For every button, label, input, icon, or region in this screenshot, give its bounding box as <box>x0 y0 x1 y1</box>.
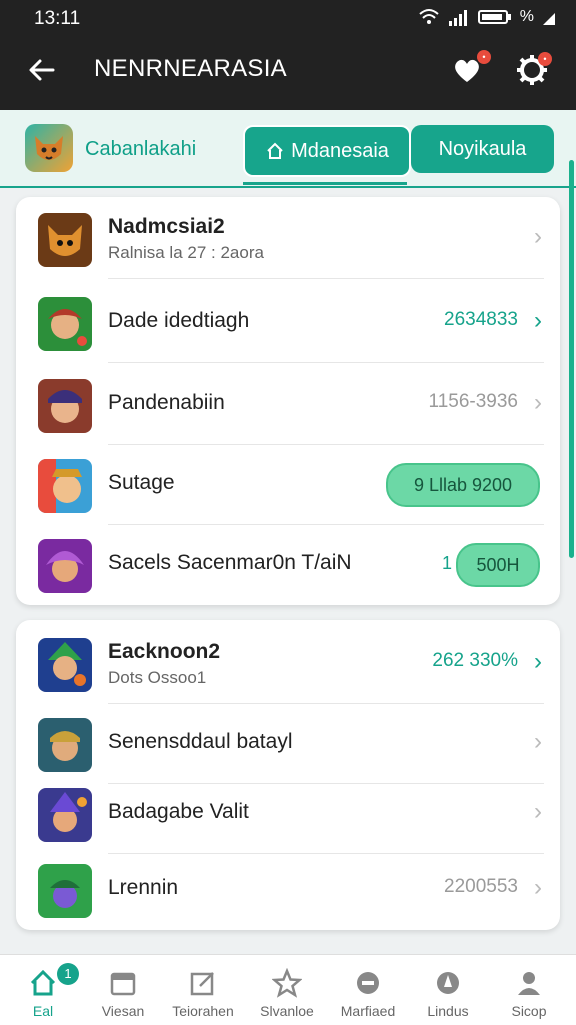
status-time: 13:11 <box>34 8 81 29</box>
tab-noyikaula-label: Noyikaula <box>438 137 527 160</box>
chevron-right-icon: › <box>534 223 542 250</box>
chevron-right-icon: › <box>534 307 542 334</box>
archer-avatar-icon <box>38 638 92 692</box>
home-outline-icon <box>267 142 283 159</box>
nav-label: Viesan <box>101 1003 145 1019</box>
battery-percent: % <box>519 8 534 25</box>
settings-button[interactable]: • <box>514 52 552 88</box>
nav-item-slvanloe[interactable]: Slvanloe <box>246 955 328 1025</box>
item-value: 262 330% <box>432 650 518 671</box>
tab-mdanesaia-label: Mdanesaia <box>291 139 389 162</box>
elf-avatar-icon <box>38 864 92 918</box>
nav-label: Teiorahen <box>172 1003 234 1019</box>
nav-label: Marfiaed <box>340 1003 396 1019</box>
ranger-avatar-icon <box>38 297 92 351</box>
item-value: 1156-3936 <box>428 391 518 412</box>
chevron-right-icon: › <box>534 728 542 755</box>
nav-item-lindus[interactable]: Lindus <box>407 955 489 1025</box>
nav-item-home[interactable]: Eal 1 <box>2 955 84 1025</box>
tab-mdanesaia[interactable]: Mdanesaia <box>243 125 411 177</box>
settings-badge: • <box>538 52 552 66</box>
edit-icon <box>190 972 214 996</box>
item-prefix: 1 <box>441 553 452 573</box>
chevron-right-icon: › <box>534 389 542 416</box>
list-item[interactable]: Sutage 9 Lllab 9200 <box>16 445 560 525</box>
list-item[interactable]: Dade idedtiagh 2634833 › <box>16 283 560 363</box>
wizard-avatar-icon <box>38 788 92 842</box>
signal-icon <box>448 10 467 26</box>
item-name: Lrennin <box>108 876 179 899</box>
character-avatar-icon <box>38 379 92 433</box>
favorites-button[interactable]: • <box>449 50 491 88</box>
tab-noyikaula[interactable]: Noyikaula <box>411 125 554 173</box>
nav-item-viesan[interactable]: Viesan <box>82 955 164 1025</box>
item-name: Sutage <box>108 471 175 494</box>
item-pill[interactable]: 500H <box>456 543 540 587</box>
back-arrow-icon <box>29 59 55 81</box>
mage-avatar-icon <box>38 539 92 593</box>
item-name: Nadmcsiai2 <box>108 215 225 238</box>
brand-logo <box>25 124 73 172</box>
signal-mini-icon <box>543 13 555 25</box>
nav-item-sicop[interactable]: Sicop <box>488 955 570 1025</box>
nav-item-marfiaed[interactable]: Marfiaed <box>327 955 409 1025</box>
page-title: NENRNEARASIA <box>94 55 287 82</box>
status-bar: 13:11 % <box>0 0 576 36</box>
item-subtitle: Ralnisa la 27 : 2aora <box>108 243 264 262</box>
list-item[interactable]: Badagabe Valit › <box>16 774 560 854</box>
nav-label: Eal <box>32 1003 54 1019</box>
compass-icon <box>437 972 459 994</box>
nav-badge: 1 <box>57 963 79 985</box>
list-item[interactable]: Sacels Sacenmar0n T/aiN 1 500H <box>16 525 560 605</box>
item-name: Badagabe Valit <box>108 800 249 823</box>
item-value: 2200553 <box>444 876 518 897</box>
chevron-right-icon: › <box>534 874 542 901</box>
item-name: Eacknoon2 <box>108 640 221 663</box>
status-icons: % <box>418 8 556 26</box>
fox-logo-icon <box>35 136 63 160</box>
list-item[interactable]: Nadmcsiai2 Ralnisa la 27 : 2aora › <box>16 199 560 279</box>
calendar-icon <box>110 972 136 996</box>
profile-icon <box>518 972 540 995</box>
battery-icon <box>477 10 511 24</box>
warrior-avatar-icon <box>38 718 92 772</box>
active-tab-indicator <box>243 182 407 185</box>
wifi-icon <box>419 9 439 24</box>
bottom-nav: Eal 1 Viesan Teiorahen Slvanloe Marfiaed… <box>0 954 576 1025</box>
item-name: Sacels Sacenmar0n T/aiN <box>108 551 352 574</box>
nav-item-teiorahen[interactable]: Teiorahen <box>162 955 244 1025</box>
home-icon <box>30 969 56 996</box>
nav-label: Sicop <box>511 1003 547 1019</box>
list-card-2: Eacknoon2 Dots Ossoo1 262 330% › Senensd… <box>16 620 560 930</box>
list-card-1: Nadmcsiai2 Ralnisa la 27 : 2aora › Dade … <box>16 197 560 605</box>
nav-label: Slvanloe <box>260 1003 314 1019</box>
list-item[interactable]: Eacknoon2 Dots Ossoo1 262 330% › <box>16 624 560 704</box>
item-value: 2634833 <box>444 309 518 330</box>
divider <box>108 278 544 279</box>
list-item[interactable]: Senensddaul batayl › <box>16 704 560 784</box>
item-name: Dade idedtiagh <box>108 309 250 332</box>
minus-circle-icon <box>357 972 379 994</box>
item-name: Senensddaul batayl <box>108 730 293 753</box>
hero-avatar-icon <box>38 459 92 513</box>
item-name: Pandenabiin <box>108 391 225 414</box>
back-button[interactable] <box>24 52 60 88</box>
chevron-right-icon: › <box>534 798 542 825</box>
item-pill[interactable]: 9 Lllab 9200 <box>386 463 540 507</box>
list-item[interactable]: Lrennin 2200553 › <box>16 850 560 930</box>
star-icon <box>271 967 303 998</box>
scrollbar[interactable] <box>569 160 574 558</box>
favorites-badge: • <box>477 50 491 64</box>
tab-bar: Cabanlakahi Mdanesaia Noyikaula <box>0 110 576 188</box>
item-subtitle: Dots Ossoo1 <box>108 668 207 687</box>
app-bar: NENRNEARASIA • • <box>0 36 576 110</box>
chevron-right-icon: › <box>534 648 542 675</box>
list-item[interactable]: Pandenabiin 1156-3936 › <box>16 365 560 445</box>
fox-avatar-icon <box>38 213 92 267</box>
divider <box>108 362 544 363</box>
brand-label: Cabanlakahi <box>85 138 197 160</box>
nav-label: Lindus <box>427 1003 469 1019</box>
